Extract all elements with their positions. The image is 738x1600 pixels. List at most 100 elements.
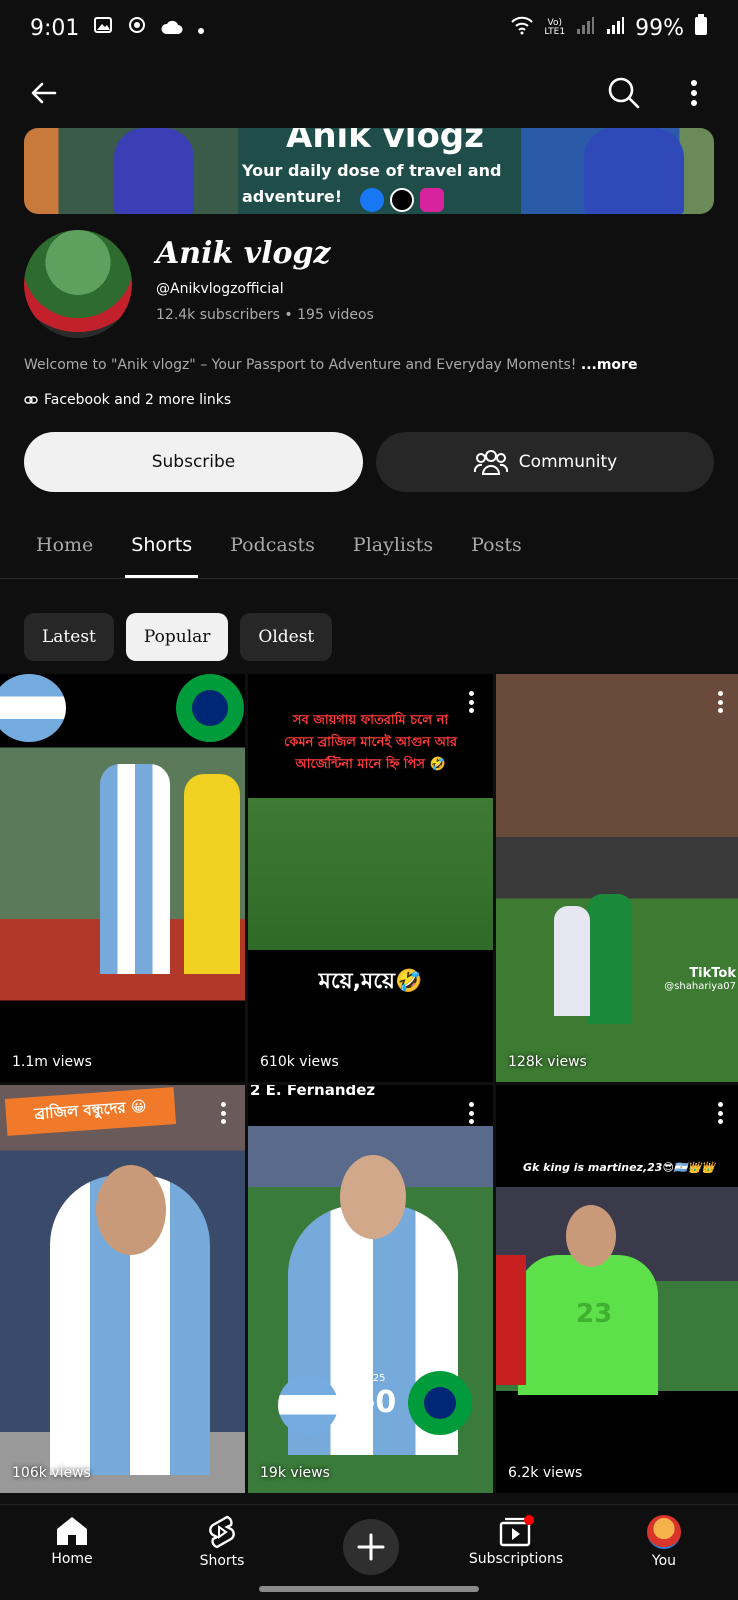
player-face [340,1155,406,1239]
tab-shorts[interactable]: Shorts [117,512,206,578]
cloud-icon [161,16,183,41]
short-caption: সব জায়গায় ফাতরামি চলে না কেমন ব্রাজিল … [283,713,457,772]
signal-icon-2 [605,15,625,41]
tab-posts[interactable]: Posts [457,512,536,578]
player-face [96,1165,166,1255]
subscribe-button[interactable]: Subscribe [24,432,363,492]
signal-icon [575,15,595,41]
channel-description[interactable]: Welcome to "Anik vlogz" – Your Passport … [24,357,637,373]
short-item[interactable]: ব্রাজিল বন্ধুদের 😀 106k views [0,1085,245,1493]
referee-image [496,1255,526,1385]
tiktok-watermark: TikTok @shahariya07 [664,966,736,992]
create-button[interactable] [343,1519,399,1575]
chip-popular[interactable]: Popular [125,613,229,661]
player-face [566,1205,616,1267]
short-caption: ব্রাজিল বন্ধুদের 😀 [4,1087,177,1136]
short-views: 1.1m views [12,1054,92,1070]
notification-dot-icon [197,16,205,41]
short-views: 128k views [508,1054,587,1070]
brazil-flag-icon [176,674,244,742]
argentina-flag-icon [278,1375,338,1435]
short-thumbnail-field [248,798,493,950]
top-app-bar [0,60,738,126]
short-views: 19k views [260,1465,330,1481]
short-views: 106k views [12,1465,91,1481]
arrow-left-icon [31,82,57,104]
description-more-link[interactable]: ...more [581,357,638,373]
facebook-icon [360,188,384,212]
status-bar: 9:01 Vo) LTE1 99% [0,0,738,56]
instagram-icon [420,188,444,212]
short-item[interactable]: সব জায়গায় ফাতরামি চলে না কেমন ব্রাজিল … [248,674,493,1082]
argentina-flag-icon [0,674,66,742]
battery-icon [694,14,708,42]
short-menu-button[interactable] [461,1099,481,1127]
more-options-button[interactable] [672,71,716,115]
network-type: Vo) LTE1 [544,18,566,37]
chip-latest[interactable]: Latest [24,613,114,661]
channel-avatar[interactable] [24,230,132,338]
search-icon [608,77,640,109]
player-image [588,894,632,1024]
tab-playlists[interactable]: Playlists [339,512,447,578]
player-image [100,764,170,974]
sort-chips: Latest Popular Oldest [24,613,333,661]
channel-stats: 12.4k subscribers • 195 videos [156,307,374,323]
new-content-dot [524,1515,534,1525]
brazil-flag-icon [408,1371,472,1435]
tab-home[interactable]: Home [22,512,107,578]
shorts-grid: 1.1m views সব জায়গায় ফাতরামি চলে না কে… [0,674,738,1500]
more-vertical-icon [691,80,697,106]
jersey-number: 23 [576,1299,613,1329]
plus-icon [357,1533,385,1561]
community-icon [473,450,508,475]
short-views: 6.2k views [508,1465,583,1481]
gallery-icon [93,15,113,41]
search-button[interactable] [602,71,646,115]
short-menu-button[interactable] [710,1099,730,1127]
banner-person-image-2 [584,128,684,214]
sync-icon [127,15,147,41]
short-item[interactable]: 2 E. Fernandez 2-0 2025 19k views [248,1085,493,1493]
short-menu-button[interactable] [213,1099,233,1127]
nav-you[interactable]: You [604,1515,724,1569]
clock: 9:01 [30,15,80,41]
chip-oldest[interactable]: Oldest [240,613,333,661]
link-icon [24,396,38,404]
channel-links[interactable]: Facebook and 2 more links [24,392,231,408]
channel-tabs: Home Shorts Podcasts Playlists Posts [0,512,738,578]
home-indicator [259,1586,479,1592]
short-menu-button[interactable] [461,688,481,716]
battery-percent: 99% [635,15,684,41]
scoreline: 2-0 [342,1385,397,1420]
subscriptions-icon [498,1515,534,1547]
community-button[interactable]: Community [376,432,714,492]
short-caption-2: ময়ে,ময়ে🤣 [318,969,423,994]
short-caption: Gk king is martinez,23😎🇦🇷👑👑 [522,1161,716,1174]
nav-subscriptions[interactable]: Subscriptions [456,1515,576,1567]
short-item[interactable]: Gk king is martinez,23😎🇦🇷👑👑 23 6.2k view… [496,1085,738,1493]
short-views: 610k views [260,1054,339,1070]
channel-name: Anik vlogz [156,236,331,271]
score-year: 2025 [360,1373,386,1384]
player-image-2 [184,774,240,974]
banner-title: Anik vlogz [286,128,484,156]
tab-podcasts[interactable]: Podcasts [216,512,329,578]
nav-home[interactable]: Home [12,1515,132,1567]
shorts-icon [209,1515,235,1549]
tiktok-icon [390,188,414,212]
channel-handle: @Anikvlogzofficial [156,281,284,297]
short-menu-button[interactable] [710,688,730,716]
tabs-divider [0,578,738,579]
short-item[interactable]: TikTok @shahariya07 128k views [496,674,738,1082]
banner-person-image [114,128,194,214]
home-icon [57,1517,87,1545]
nav-shorts[interactable]: Shorts [162,1515,282,1569]
back-button[interactable] [22,71,66,115]
wifi-icon [510,15,534,41]
short-item[interactable]: 1.1m views [0,674,245,1082]
player-image-2 [554,906,590,1016]
channel-banner[interactable]: Anik vlogz Your daily dose of travel and… [24,128,714,214]
avatar [647,1515,681,1549]
short-caption: 2 E. Fernandez [250,1085,376,1099]
